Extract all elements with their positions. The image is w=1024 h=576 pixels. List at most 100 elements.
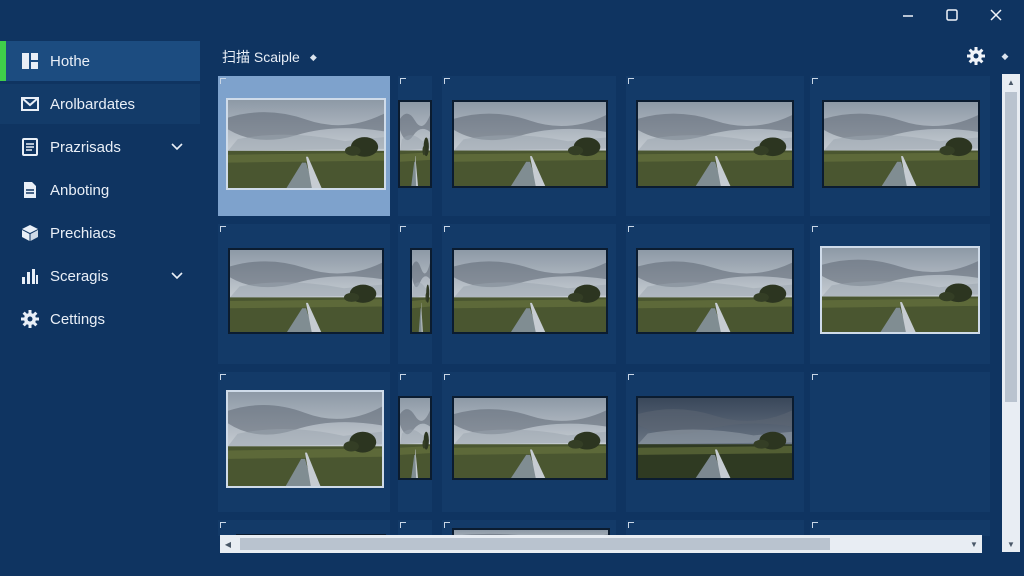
mail-icon bbox=[20, 94, 40, 114]
thumbnail-cell[interactable] bbox=[810, 224, 990, 364]
selection-corner-icon bbox=[628, 226, 634, 232]
settings-button[interactable] bbox=[964, 44, 988, 68]
gear-icon bbox=[967, 47, 985, 65]
thumbnail-cell[interactable] bbox=[398, 372, 432, 512]
thumbnail-cell[interactable] bbox=[398, 224, 432, 364]
selection-corner-icon bbox=[444, 226, 450, 232]
selection-corner-icon bbox=[220, 226, 226, 232]
thumbnail-image[interactable] bbox=[636, 396, 794, 480]
close-button[interactable] bbox=[976, 4, 1016, 26]
thumbnail-cell[interactable] bbox=[218, 520, 390, 536]
selection-corner-icon bbox=[220, 522, 226, 528]
sidebar-item-prazrisads[interactable]: Prazrisads bbox=[0, 127, 200, 167]
thumbnail-image[interactable] bbox=[636, 248, 794, 334]
selection-corner-icon bbox=[812, 374, 818, 380]
scroll-right-icon[interactable]: ▼ bbox=[966, 535, 982, 553]
selection-corner-icon bbox=[628, 374, 634, 380]
content-header: 扫描 Scaiple ◆ ◆ bbox=[200, 40, 1024, 72]
thumbnail-cell[interactable] bbox=[626, 520, 804, 536]
selection-corner-icon bbox=[400, 374, 406, 380]
selection-corner-icon bbox=[812, 226, 818, 232]
minimize-button[interactable] bbox=[888, 4, 928, 26]
thumbnail-cell[interactable] bbox=[626, 76, 804, 216]
vertical-scroll-thumb[interactable] bbox=[1005, 92, 1017, 402]
sidebar-item-arolbardates[interactable]: Arolbardates bbox=[0, 84, 200, 124]
thumbnail-cell[interactable] bbox=[810, 372, 990, 512]
chevron-down-icon[interactable] bbox=[170, 139, 184, 153]
sidebar-item-label: Prazrisads bbox=[50, 138, 121, 156]
diamond-icon: ◆ bbox=[1001, 50, 1009, 61]
selection-corner-icon bbox=[812, 78, 818, 84]
sidebar-item-anboting[interactable]: Anboting bbox=[0, 170, 200, 210]
thumbnail-image[interactable] bbox=[452, 100, 608, 188]
minimize-icon bbox=[903, 15, 913, 17]
sidebar-item-sceragis[interactable]: Sceragis bbox=[0, 256, 200, 296]
selection-corner-icon bbox=[628, 522, 634, 528]
thumbnail-image[interactable] bbox=[398, 100, 432, 188]
sidebar: Hothe Arolbardates Prazrisads Anboting P… bbox=[0, 0, 200, 576]
breadcrumb[interactable]: 扫描 Scaiple ◆ bbox=[222, 47, 317, 67]
thumbnail-image[interactable] bbox=[226, 98, 386, 190]
app-window: Hothe Arolbardates Prazrisads Anboting P… bbox=[0, 0, 1024, 576]
home-icon bbox=[20, 51, 40, 71]
thumbnail-image[interactable] bbox=[452, 396, 608, 480]
bar-chart-icon bbox=[20, 266, 40, 286]
sidebar-item-prechiacs[interactable]: Prechiacs bbox=[0, 213, 200, 253]
thumbnail-cell[interactable] bbox=[218, 224, 390, 364]
selection-corner-icon bbox=[400, 226, 406, 232]
thumbnail-image[interactable] bbox=[398, 396, 432, 480]
thumbnail-cell[interactable] bbox=[398, 76, 432, 216]
sidebar-nav: Hothe Arolbardates Prazrisads Anboting P… bbox=[0, 41, 200, 342]
more-options-button[interactable]: ◆ bbox=[998, 46, 1012, 66]
window-controls bbox=[888, 4, 1016, 26]
gear-icon bbox=[20, 309, 40, 329]
selection-corner-icon bbox=[400, 522, 406, 528]
horizontal-scroll-thumb[interactable] bbox=[240, 538, 830, 550]
thumbnail-image[interactable] bbox=[636, 100, 794, 188]
thumbnail-cell[interactable] bbox=[626, 224, 804, 364]
thumbnail-cell[interactable] bbox=[810, 520, 990, 536]
sidebar-item-label: Anboting bbox=[50, 181, 110, 199]
sidebar-item-label: Cettings bbox=[50, 310, 106, 328]
thumbnail-image[interactable] bbox=[820, 246, 980, 334]
selection-corner-icon bbox=[444, 78, 450, 84]
thumbnail-cell[interactable] bbox=[810, 76, 990, 216]
sidebar-item-label: Prechiacs bbox=[50, 224, 116, 242]
vertical-scrollbar[interactable]: ▲ ▼ bbox=[1002, 74, 1020, 552]
close-icon bbox=[990, 9, 1002, 21]
sidebar-item-home[interactable]: Hothe bbox=[0, 41, 200, 81]
scroll-left-icon[interactable]: ◀ bbox=[220, 535, 236, 553]
selection-corner-icon bbox=[628, 78, 634, 84]
horizontal-scrollbar[interactable]: ◀ ▼ bbox=[220, 535, 982, 553]
thumbnail-image[interactable] bbox=[452, 248, 608, 334]
thumbnail-cell[interactable] bbox=[442, 224, 616, 364]
breadcrumb-arrow-icon: ◆ bbox=[309, 51, 317, 62]
maximize-button[interactable] bbox=[932, 4, 972, 26]
sidebar-item-label: Arolbardates bbox=[50, 95, 136, 113]
thumbnail-image[interactable] bbox=[822, 100, 980, 188]
thumbnail-image[interactable] bbox=[226, 390, 384, 488]
scroll-up-icon[interactable]: ▲ bbox=[1002, 74, 1020, 90]
box-icon bbox=[20, 223, 40, 243]
thumbnail-cell[interactable] bbox=[442, 520, 616, 536]
scroll-down-icon[interactable]: ▼ bbox=[1002, 536, 1020, 552]
selection-corner-icon bbox=[220, 78, 226, 84]
thumbnail-cell[interactable] bbox=[218, 372, 390, 512]
thumbnail-image[interactable] bbox=[228, 248, 384, 334]
selection-corner-icon bbox=[444, 374, 450, 380]
chevron-down-icon[interactable] bbox=[170, 268, 184, 282]
thumbnail-cell[interactable] bbox=[398, 520, 432, 536]
thumbnail-cell[interactable] bbox=[626, 372, 804, 512]
file-icon bbox=[20, 180, 40, 200]
selection-corner-icon bbox=[400, 78, 406, 84]
thumbnail-grid bbox=[218, 72, 992, 536]
sidebar-item-settings[interactable]: Cettings bbox=[0, 299, 200, 339]
thumbnail-cell[interactable] bbox=[442, 76, 616, 216]
thumbnail-cell[interactable] bbox=[442, 372, 616, 512]
selection-corner-icon bbox=[444, 522, 450, 528]
breadcrumb-label: 扫描 Scaiple bbox=[222, 49, 300, 65]
sidebar-item-label: Sceragis bbox=[50, 267, 109, 285]
thumbnail-cell[interactable] bbox=[218, 76, 390, 216]
thumbnail-image[interactable] bbox=[410, 248, 432, 334]
selection-corner-icon bbox=[220, 374, 226, 380]
